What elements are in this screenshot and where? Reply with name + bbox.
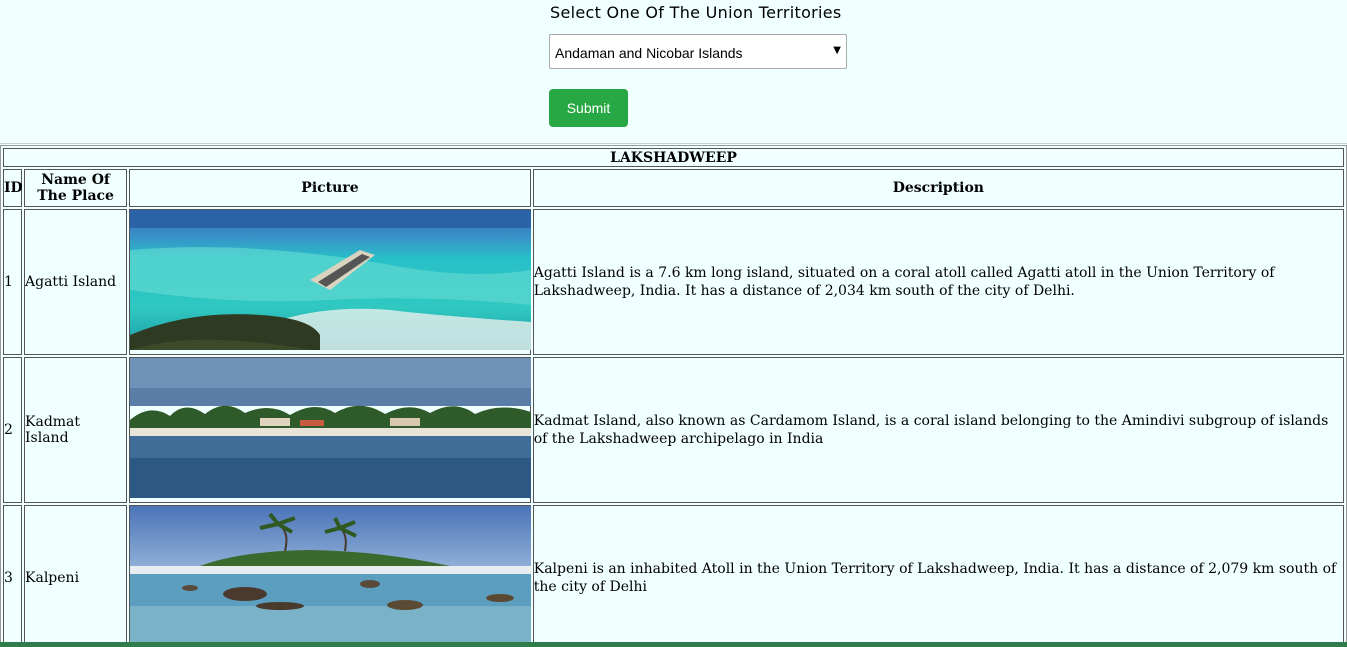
kalpeni-photo: [130, 506, 532, 646]
territory-select-label: Select One Of The Union Territories: [550, 3, 842, 22]
row-picture: [129, 505, 532, 647]
row-name: Agatti Island: [24, 209, 128, 355]
row-description: Agatti Island is a 7.6 km long island, s…: [532, 209, 1344, 355]
header-description: Description: [532, 169, 1344, 207]
row-description: Kadmat Island, also known as Cardamom Is…: [532, 357, 1344, 503]
divider: [0, 143, 1347, 144]
row-id: 1: [3, 209, 23, 355]
footer-strip: [0, 642, 1347, 647]
territory-select-value: Andaman and Nicobar Islands: [555, 45, 743, 61]
table-caption: LAKSHADWEEP: [3, 148, 1344, 167]
kadmat-island-photo: [130, 358, 532, 498]
table-row: 1 Agatti Island Agatti Island is a 7.6 k…: [3, 209, 1344, 355]
row-picture: [129, 209, 532, 355]
submit-button[interactable]: Submit: [549, 89, 628, 127]
territory-select[interactable]: Andaman and Nicobar Islands ▼: [549, 34, 847, 69]
row-id: 3: [3, 505, 23, 647]
table-row: 3 Kalpeni Kalpeni is an inhabited Atoll …: [3, 505, 1344, 647]
chevron-down-icon: ▼: [833, 45, 841, 56]
header-picture: Picture: [129, 169, 531, 207]
row-name: Kalpeni: [24, 505, 128, 647]
table-row: 2 Kadmat Island Kadmat Island, also know…: [3, 357, 1344, 503]
agatti-island-photo: [130, 210, 532, 350]
table-header-row: ID Name Of The Place Picture Description: [3, 169, 1344, 207]
places-table: LAKSHADWEEP ID Name Of The Place Picture…: [0, 145, 1347, 647]
header-id: ID: [3, 169, 23, 207]
header-name: Name Of The Place: [24, 169, 128, 207]
row-name: Kadmat Island: [24, 357, 128, 503]
row-description: Kalpeni is an inhabited Atoll in the Uni…: [532, 505, 1344, 647]
row-picture: [129, 357, 532, 503]
row-id: 2: [3, 357, 23, 503]
